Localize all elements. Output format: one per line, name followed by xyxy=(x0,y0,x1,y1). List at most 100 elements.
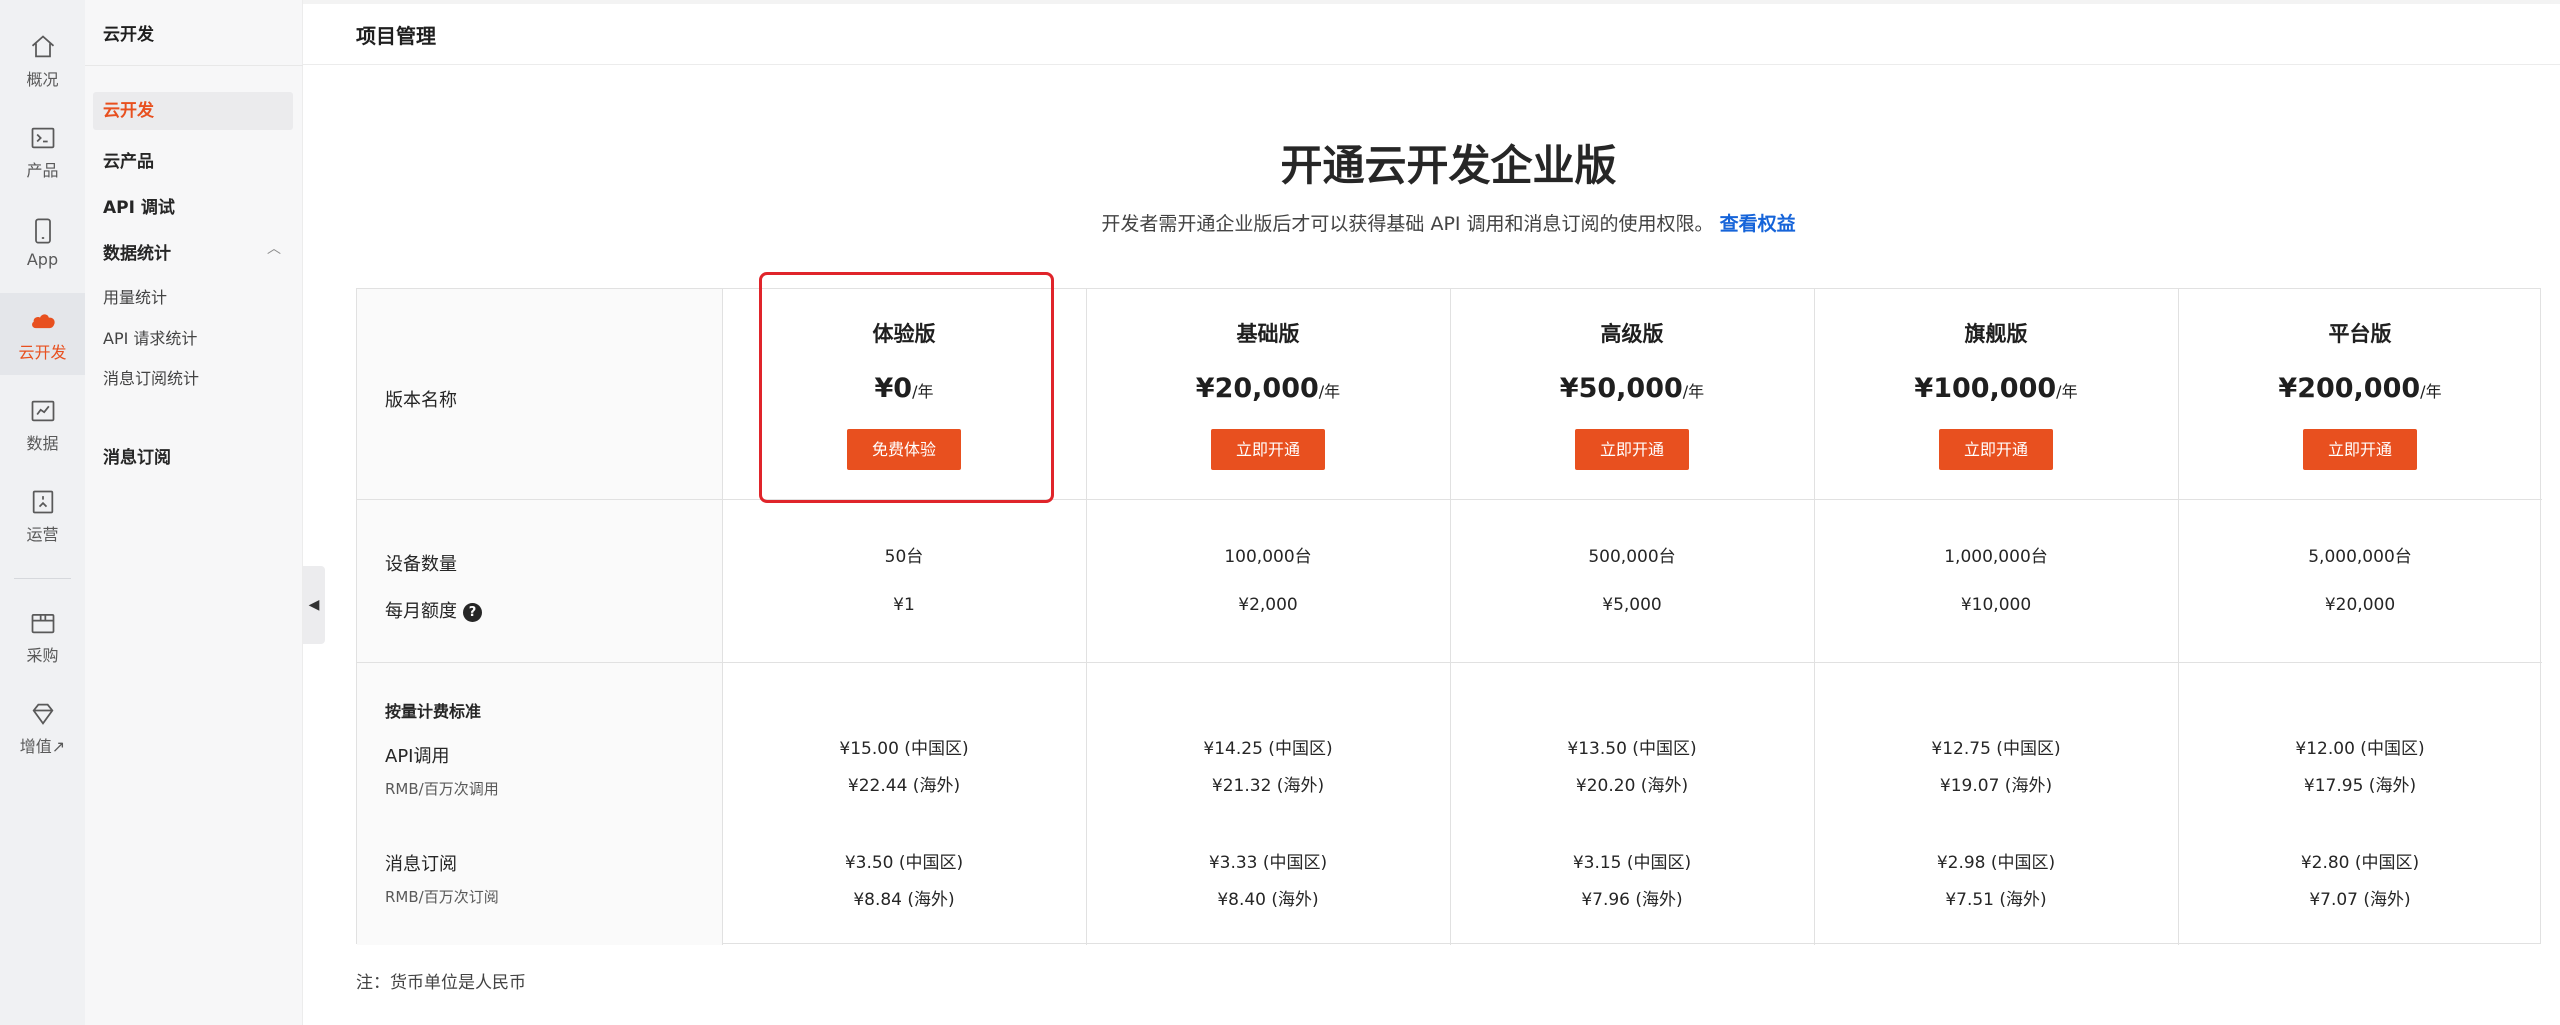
plan-price-value: ¥20,000 xyxy=(1195,373,1319,404)
plan-api-overseas: ¥20.20 (海外) xyxy=(1575,776,1689,796)
label-pricing-standard: 按量计费标准 xyxy=(385,702,482,721)
header-divider xyxy=(303,64,2560,65)
rail-item-cloud-dev[interactable]: 云开发 xyxy=(0,293,85,375)
plan-api-overseas: ¥17.95 (海外) xyxy=(2303,776,2417,796)
submenu-divider xyxy=(85,65,303,66)
label-api-calls: API调用 xyxy=(385,746,450,767)
badge-icon xyxy=(32,490,53,513)
rail-label: 运营 xyxy=(26,524,59,544)
view-benefits-link[interactable]: 查看权益 xyxy=(1720,213,1796,235)
terminal-icon xyxy=(31,127,54,148)
diamond-icon xyxy=(32,703,53,725)
plan-column-advanced: 高级版 ¥50,000/年 立即开通 500,000台 ¥5,000 ¥13.5… xyxy=(1450,289,1814,945)
plan-name: 旗舰版 xyxy=(1964,322,2028,346)
plan-api-cn: ¥13.50 (中国区) xyxy=(1567,739,1697,759)
submenu-item-cloud-products[interactable]: 云产品 xyxy=(103,147,154,172)
plan-api-cn: ¥15.00 (中国区) xyxy=(839,739,969,759)
label-message-subscription: 消息订阅 xyxy=(385,854,457,875)
rail-label: 概况 xyxy=(26,69,59,89)
rail-item-purchase[interactable]: 采购 xyxy=(0,596,85,678)
icon-rail: 概况 产品 App 云开发 数据 运营 采购 增值↗ xyxy=(0,0,85,1025)
plan-msg-cn: ¥2.98 (中国区) xyxy=(1936,853,2056,873)
activate-button[interactable]: 立即开通 xyxy=(1575,429,1689,470)
label-monthly-quota: 每月额度? xyxy=(385,597,482,623)
plan-api-overseas: ¥21.32 (海外) xyxy=(1211,776,1325,796)
submenu-item-api-debug[interactable]: API 调试 xyxy=(103,193,175,218)
plan-devices: 100,000台 xyxy=(1224,547,1312,567)
currency-note: 注：货币单位是人民币 xyxy=(356,973,526,993)
plan-msg-overseas: ¥8.84 (海外) xyxy=(853,890,955,910)
plan-price: ¥100,000/年 xyxy=(1814,373,2178,404)
plan-devices: 5,000,000台 xyxy=(2308,547,2412,567)
label-version-name: 版本名称 xyxy=(385,390,457,411)
label-monthly-quota-text: 每月额度 xyxy=(385,601,457,622)
activate-button[interactable]: 立即开通 xyxy=(2303,429,2417,470)
activate-button[interactable]: 立即开通 xyxy=(1211,429,1325,470)
pricing-table: 版本名称 设备数量 每月额度? 按量计费标准 API调用 RMB/百万次调用 消… xyxy=(356,288,2542,945)
plan-msg-cn: ¥3.50 (中国区) xyxy=(844,853,964,873)
collapse-sidebar-button[interactable]: ◀ xyxy=(303,566,325,644)
plan-price-value: ¥100,000 xyxy=(1914,373,2057,404)
plan-msg-overseas: ¥7.07 (海外) xyxy=(2309,890,2411,910)
plan-quota: ¥20,000 xyxy=(2324,595,2396,615)
highlight-box xyxy=(759,272,1054,503)
plan-msg-overseas: ¥7.51 (海外) xyxy=(1945,890,2047,910)
plan-price-unit: /年 xyxy=(1682,382,1705,401)
hero-subtitle: 开发者需开通企业版后才可以获得基础 API 调用和消息订阅的使用权限。 查看权益 xyxy=(356,209,2541,236)
label-message-unit: RMB/百万次订阅 xyxy=(385,888,499,906)
help-icon[interactable]: ? xyxy=(463,603,482,622)
hero-subtitle-text: 开发者需开通企业版后才可以获得基础 API 调用和消息订阅的使用权限。 xyxy=(1101,213,1714,235)
submenu-item-message-subscription[interactable]: 消息订阅 xyxy=(103,443,171,468)
plan-price: ¥20,000/年 xyxy=(1086,373,1450,404)
rail-label: 云开发 xyxy=(18,342,67,362)
plan-api-cn: ¥14.25 (中国区) xyxy=(1203,739,1333,759)
plan-price-unit: /年 xyxy=(1318,382,1341,401)
plan-api-cn: ¥12.00 (中国区) xyxy=(2295,739,2425,759)
rail-label: 采购 xyxy=(26,645,59,665)
submenu-item-data-stats[interactable]: 数据统计 xyxy=(103,239,171,264)
plan-api-overseas: ¥22.44 (海外) xyxy=(847,776,961,796)
activate-button[interactable]: 立即开通 xyxy=(1939,429,2053,470)
rail-label: 产品 xyxy=(26,160,59,180)
plan-price: ¥50,000/年 xyxy=(1450,373,1814,404)
plan-name: 平台版 xyxy=(2328,322,2392,346)
phone-icon xyxy=(34,218,51,244)
rail-item-products[interactable]: 产品 xyxy=(0,111,85,193)
plan-msg-cn: ¥2.80 (中国区) xyxy=(2300,853,2420,873)
secondary-menu: 云开发 云开发 云产品 API 调试 数据统计 ︿ 用量统计 API 请求统计 … xyxy=(85,0,303,1025)
plan-msg-overseas: ¥7.96 (海外) xyxy=(1581,890,1683,910)
plan-devices: 500,000台 xyxy=(1588,547,1676,567)
plan-quota: ¥10,000 xyxy=(1960,595,2032,615)
submenu-item-usage-stats[interactable]: 用量统计 xyxy=(103,284,167,308)
chevron-up-icon[interactable]: ︿ xyxy=(267,238,281,258)
chart-icon xyxy=(31,400,54,421)
rail-item-app[interactable]: App xyxy=(0,202,85,284)
submenu-item-cloud-dev[interactable]: 云开发 xyxy=(93,92,293,130)
caret-left-icon: ◀ xyxy=(308,597,320,613)
submenu-item-api-request-stats[interactable]: API 请求统计 xyxy=(103,325,197,349)
plan-price-unit: /年 xyxy=(2420,382,2442,401)
cloud-icon xyxy=(31,313,55,328)
rail-label: App xyxy=(26,250,59,269)
plan-price-value: ¥50,000 xyxy=(1559,373,1683,404)
home-icon xyxy=(31,34,54,57)
box-icon xyxy=(31,613,54,633)
rail-item-overview[interactable]: 概况 xyxy=(0,20,85,102)
plan-api-cn: ¥12.75 (中国区) xyxy=(1931,739,2061,759)
label-device-count: 设备数量 xyxy=(385,554,457,575)
rail-item-operations[interactable]: 运营 xyxy=(0,475,85,557)
plan-name: 基础版 xyxy=(1236,322,1300,346)
rail-item-data[interactable]: 数据 xyxy=(0,384,85,466)
rail-divider xyxy=(14,578,71,579)
submenu-item-message-sub-stats[interactable]: 消息订阅统计 xyxy=(103,365,199,389)
submenu-title: 云开发 xyxy=(103,25,154,45)
top-strip xyxy=(303,0,2560,4)
plan-devices: 50台 xyxy=(884,547,924,567)
plan-column-basic: 基础版 ¥20,000/年 立即开通 100,000台 ¥2,000 ¥14.2… xyxy=(1086,289,1450,945)
rail-item-value-added[interactable]: 增值↗ xyxy=(0,687,85,769)
rail-label: 增值↗ xyxy=(19,736,66,756)
plan-quota: ¥5,000 xyxy=(1602,595,1662,615)
plan-price-value: ¥200,000 xyxy=(2278,373,2421,404)
plan-msg-overseas: ¥8.40 (海外) xyxy=(1217,890,1319,910)
plan-msg-cn: ¥3.33 (中国区) xyxy=(1208,853,1328,873)
